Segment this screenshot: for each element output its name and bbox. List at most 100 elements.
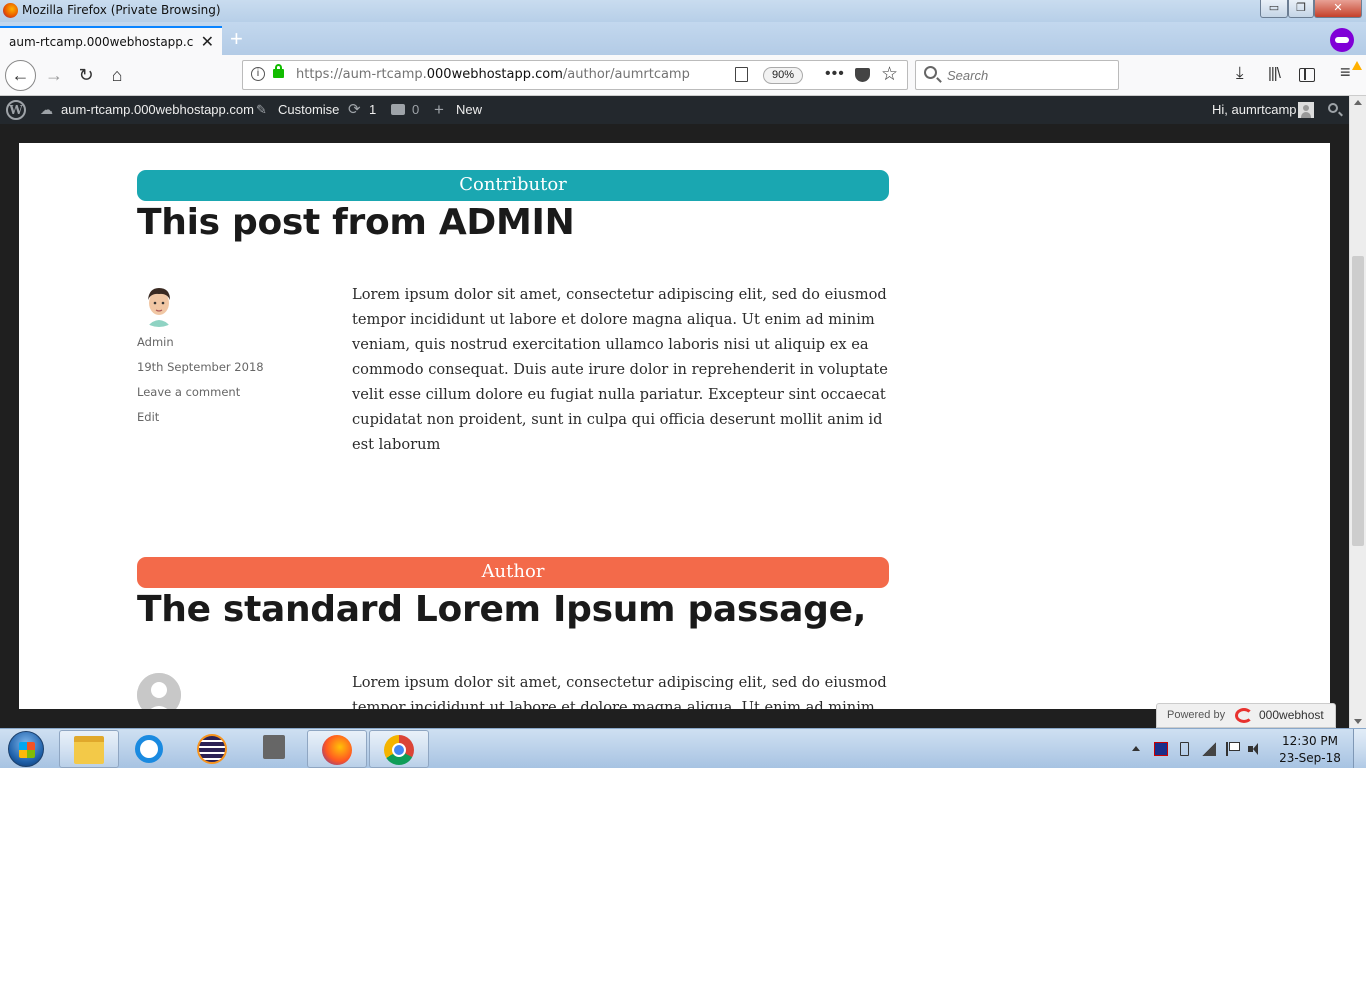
reload-button[interactable]: ↻ — [72, 61, 100, 89]
show-hidden-icons-icon[interactable] — [1132, 746, 1140, 751]
url-domain: 000webhostapp.com — [426, 67, 563, 82]
post-date[interactable]: 19th September 2018 — [137, 360, 264, 374]
chrome-icon — [384, 735, 414, 765]
taskbar-eclipse[interactable] — [183, 730, 243, 768]
window-titlebar: Mozilla Firefox (Private Browsing) ▭ ❐ ✕ — [0, 0, 1366, 22]
search-bar[interactable]: Search — [915, 60, 1119, 90]
url-text[interactable]: https://aum-rtcamp.000webhostapp.com/aut… — [296, 67, 690, 82]
volume-icon[interactable] — [1248, 742, 1262, 756]
start-button[interactable] — [8, 731, 44, 767]
firefox-icon — [3, 3, 18, 18]
dashboard-icon: ☁ — [40, 102, 53, 117]
forward-button[interactable]: → — [40, 61, 68, 89]
tab-close-icon[interactable]: ✕ — [201, 32, 214, 52]
post-title[interactable]: The standard Lorem Ipsum passage, — [137, 589, 866, 630]
author-avatar[interactable] — [137, 283, 181, 327]
reader-view-icon[interactable] — [735, 67, 748, 82]
updates-count[interactable]: 1 — [369, 96, 376, 124]
tab-active[interactable]: aum-rtcamp.000webhostapp.com/ ✕ — [0, 26, 222, 55]
role-badge-contributor: Contributor — [137, 170, 889, 201]
internet-explorer-icon — [135, 735, 163, 763]
account-greeting[interactable]: Hi, aumrtcamp — [1212, 96, 1297, 124]
webhost-logo-icon — [1235, 708, 1253, 723]
customise-link[interactable]: Customise — [278, 96, 339, 124]
scroll-down-icon[interactable] — [1354, 719, 1362, 724]
wp-admin-bar: W ☁ aum-rtcamp.000webhostapp.com ✎ Custo… — [0, 96, 1366, 124]
webhost-powered-badge[interactable]: Powered by 000webhost — [1156, 703, 1336, 728]
taskbar-explorer[interactable] — [59, 730, 119, 768]
clock-date[interactable]: 23-Sep-18 — [1270, 751, 1350, 765]
scroll-up-icon[interactable] — [1354, 100, 1362, 105]
hamburger-menu-icon[interactable]: ≡ — [1340, 62, 1351, 83]
pocket-icon[interactable] — [855, 68, 870, 82]
taskbar-chrome[interactable] — [369, 730, 429, 768]
private-browsing-icon — [1330, 28, 1354, 52]
network-signal-icon[interactable] — [1202, 742, 1216, 756]
url-prefix: https://aum-rtcamp. — [296, 67, 427, 82]
powered-by-label: Powered by — [1167, 709, 1226, 721]
page-content: Contributor This post from ADMIN Admin 1… — [19, 143, 1330, 709]
wordpress-logo-icon[interactable]: W — [6, 100, 26, 120]
windows-taskbar: 12:30 PM 23-Sep-18 — [0, 728, 1366, 768]
update-warning-icon — [1352, 61, 1362, 70]
search-placeholder: Search — [947, 68, 989, 83]
show-desktop-button[interactable] — [1353, 729, 1366, 768]
back-button[interactable]: ← — [5, 60, 36, 91]
library-icon[interactable]: |||\ — [1268, 65, 1281, 82]
taskbar-vpn[interactable] — [245, 730, 305, 768]
admin-bar-site-name[interactable]: aum-rtcamp.000webhostapp.com — [61, 96, 254, 124]
folder-icon — [74, 736, 104, 764]
close-window-button[interactable]: ✕ — [1314, 0, 1362, 18]
clock-time[interactable]: 12:30 PM — [1270, 734, 1350, 748]
edit-post-link[interactable]: Edit — [137, 410, 159, 424]
user-avatar-icon[interactable] — [1298, 102, 1314, 118]
home-button[interactable]: ⌂ — [103, 61, 131, 89]
zoom-level-badge[interactable]: 90% — [763, 67, 803, 84]
plus-icon: + — [434, 100, 444, 119]
secure-lock-icon[interactable] — [273, 64, 284, 78]
post-excerpt: Lorem ipsum dolor sit amet, consectetur … — [352, 674, 887, 709]
cartoon-face-icon — [137, 283, 181, 327]
new-tab-button[interactable]: + — [230, 26, 243, 52]
comments-icon — [391, 104, 405, 115]
post-excerpt: Lorem ipsum dolor sit amet, consectetur … — [352, 286, 888, 453]
taskbar-firefox[interactable] — [307, 730, 367, 768]
site-info-icon[interactable]: i — [251, 67, 265, 81]
vpn-lock-icon — [263, 735, 285, 759]
firefox-icon — [322, 735, 352, 765]
post-title[interactable]: This post from ADMIN — [137, 202, 575, 243]
post-card: Contributor This post from ADMIN Admin 1… — [137, 170, 889, 470]
screen: Mozilla Firefox (Private Browsing) ▭ ❐ ✕… — [0, 0, 1366, 768]
flag-icon[interactable] — [1154, 742, 1168, 756]
maximize-button[interactable]: ❐ — [1288, 0, 1314, 18]
new-content-link[interactable]: New — [456, 96, 482, 124]
comments-count[interactable]: 0 — [412, 96, 419, 124]
post-card: Author The standard Lorem Ipsum passage,… — [137, 557, 889, 709]
leave-comment-link[interactable]: Leave a comment — [137, 385, 240, 399]
author-avatar[interactable] — [137, 673, 181, 709]
sidebar-toggle-icon[interactable] — [1299, 68, 1315, 82]
updates-icon: ⟳ — [348, 101, 361, 118]
tab-strip: aum-rtcamp.000webhostapp.com/ ✕ + — [0, 22, 1366, 55]
minimize-button[interactable]: ▭ — [1260, 0, 1288, 18]
webhost-brand: 000webhost — [1259, 708, 1324, 722]
default-avatar-icon — [137, 673, 181, 709]
scroll-thumb[interactable] — [1352, 256, 1364, 546]
action-center-flag-icon[interactable] — [1226, 742, 1240, 756]
taskbar-internet-explorer[interactable] — [121, 730, 181, 768]
bookmark-star-icon[interactable]: ☆ — [881, 63, 898, 86]
role-badge-author: Author — [137, 557, 889, 588]
window-title: Mozilla Firefox (Private Browsing) — [22, 3, 221, 17]
downloads-icon[interactable]: ⤓ — [1236, 63, 1244, 83]
eclipse-icon — [197, 734, 227, 764]
admin-search-icon[interactable] — [1328, 103, 1338, 113]
tab-title: aum-rtcamp.000webhostapp.com/ — [9, 35, 194, 49]
brush-icon: ✎ — [256, 102, 267, 117]
page-actions-icon[interactable]: ••• — [825, 65, 845, 83]
post-author[interactable]: Admin — [137, 335, 174, 349]
url-path: /author/aumrtcamp — [562, 67, 690, 82]
battery-icon[interactable] — [1180, 742, 1189, 756]
search-icon — [924, 66, 937, 79]
page-scrollbar[interactable] — [1349, 96, 1366, 728]
url-bar[interactable]: i https://aum-rtcamp.000webhostapp.com/a… — [242, 60, 908, 90]
